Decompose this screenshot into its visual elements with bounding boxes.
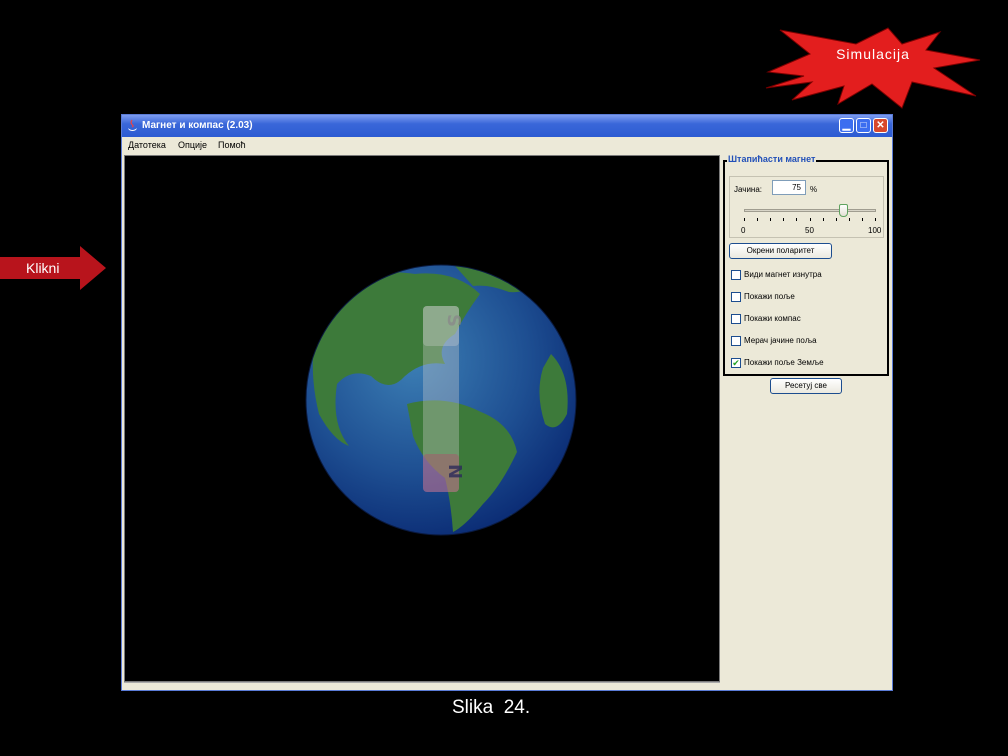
strength-label: Јачина: [734,185,762,194]
click-label: Klikni [26,260,60,276]
figure-caption: Slika 24. [452,697,531,718]
slider-tick [861,218,863,221]
slider-tick [809,218,811,221]
slider-tick [835,218,837,221]
checkbox-box[interactable] [731,336,741,346]
checkbox-box[interactable] [731,314,741,324]
starburst-shape [765,27,981,109]
earth-globe [305,264,577,536]
strength-unit: % [810,185,818,194]
menu-bar: Датотека Опције Помоћ [122,137,892,154]
minimize-button[interactable]: ▁ [839,118,854,133]
strength-group: Јачина: 75 % 0 50 100 [729,176,884,238]
close-button[interactable]: ✕ [873,118,888,133]
slider-ticks [744,218,876,222]
checkbox-label: Види магнет изнутра [744,270,822,279]
slider-min-label: 0 [741,226,746,235]
slider-tick [770,218,772,221]
title-bar[interactable]: Магнет и компас (2.03) ▁ □ ✕ [122,115,892,137]
canvas-bottom-bar [124,682,720,690]
menu-help[interactable]: Помоћ [218,140,246,150]
simulation-label: Simulacija [836,46,910,62]
slider-tick [796,218,798,221]
checkmark-icon: ✔ [732,358,740,368]
slider-tick [783,218,785,221]
slider-mid-label: 50 [805,226,814,235]
reset-all-button[interactable]: Ресетуј све [770,378,842,394]
panel-title: Штапићасти магнет [727,154,817,164]
checkbox-label: Мерач јачине поља [744,336,817,345]
maximize-button[interactable]: □ [856,118,871,133]
checkbox-box[interactable] [731,292,741,302]
slider-tick [744,218,745,221]
reverse-polarity-button[interactable]: Окрени поларитет [729,243,832,259]
slider-tick [848,218,850,221]
menu-options[interactable]: Опције [178,140,207,150]
strength-slider-track[interactable] [744,209,876,212]
checkbox-box[interactable] [731,270,741,280]
checkbox-box-checked[interactable]: ✔ [731,358,741,368]
simulation-starburst[interactable]: Simulacija [764,26,982,110]
magnet-north-label: N [444,463,466,480]
slider-tick [875,218,876,221]
checkbox-label: Покажи поље Земље [744,358,824,367]
click-arrow[interactable]: Klikni [0,246,106,290]
strength-input[interactable]: 75 [772,180,806,195]
checkbox-label: Покажи поље [744,292,795,301]
app-window: Магнет и компас (2.03) ▁ □ ✕ Датотека Оп… [121,114,893,691]
strength-slider-thumb[interactable] [839,204,848,217]
simulation-canvas[interactable]: S N [124,155,720,682]
checkbox-label: Покажи компас [744,314,801,323]
magnet-south-label: S [442,314,464,327]
slider-tick [757,218,759,221]
slider-tick [822,218,824,221]
java-app-icon [128,119,137,131]
bar-magnet-panel: Штапићасти магнет Јачина: 75 % 0 50 100 … [723,154,889,376]
slider-max-label: 100 [868,226,882,235]
menu-file[interactable]: Датотека [128,140,166,150]
window-title: Магнет и компас (2.03) [142,120,253,131]
